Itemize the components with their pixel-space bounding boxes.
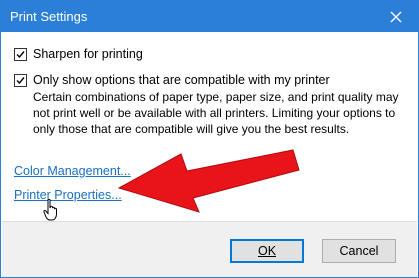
hand-pointer-icon: [43, 199, 57, 221]
title-bar[interactable]: Print Settings: [1, 1, 418, 32]
sharpen-label: Sharpen for printing: [33, 47, 143, 61]
sharpen-option[interactable]: Sharpen for printing: [14, 47, 143, 62]
close-button[interactable]: [374, 1, 418, 32]
print-settings-dialog: Print Settings Sharpen for printing Only…: [0, 0, 419, 278]
sharpen-checkbox[interactable]: [14, 48, 27, 61]
ok-button[interactable]: OK: [230, 239, 304, 263]
compatible-option[interactable]: Only show options that are compatible wi…: [14, 73, 330, 88]
compatible-description: Certain combinations of paper type, pape…: [33, 90, 399, 136]
printer-properties-link[interactable]: Printer Properties...: [14, 188, 122, 202]
close-icon: [390, 11, 402, 22]
checkmark-icon: [16, 51, 25, 59]
compatible-label: Only show options that are compatible wi…: [33, 73, 330, 87]
checkmark-icon: [16, 77, 25, 85]
cancel-label: Cancel: [339, 244, 379, 258]
ok-label: OK: [257, 244, 277, 258]
red-arrow-icon: [117, 149, 300, 213]
window-title: Print Settings: [10, 9, 88, 24]
compatible-checkbox[interactable]: [14, 74, 27, 87]
cancel-button[interactable]: Cancel: [322, 239, 396, 263]
